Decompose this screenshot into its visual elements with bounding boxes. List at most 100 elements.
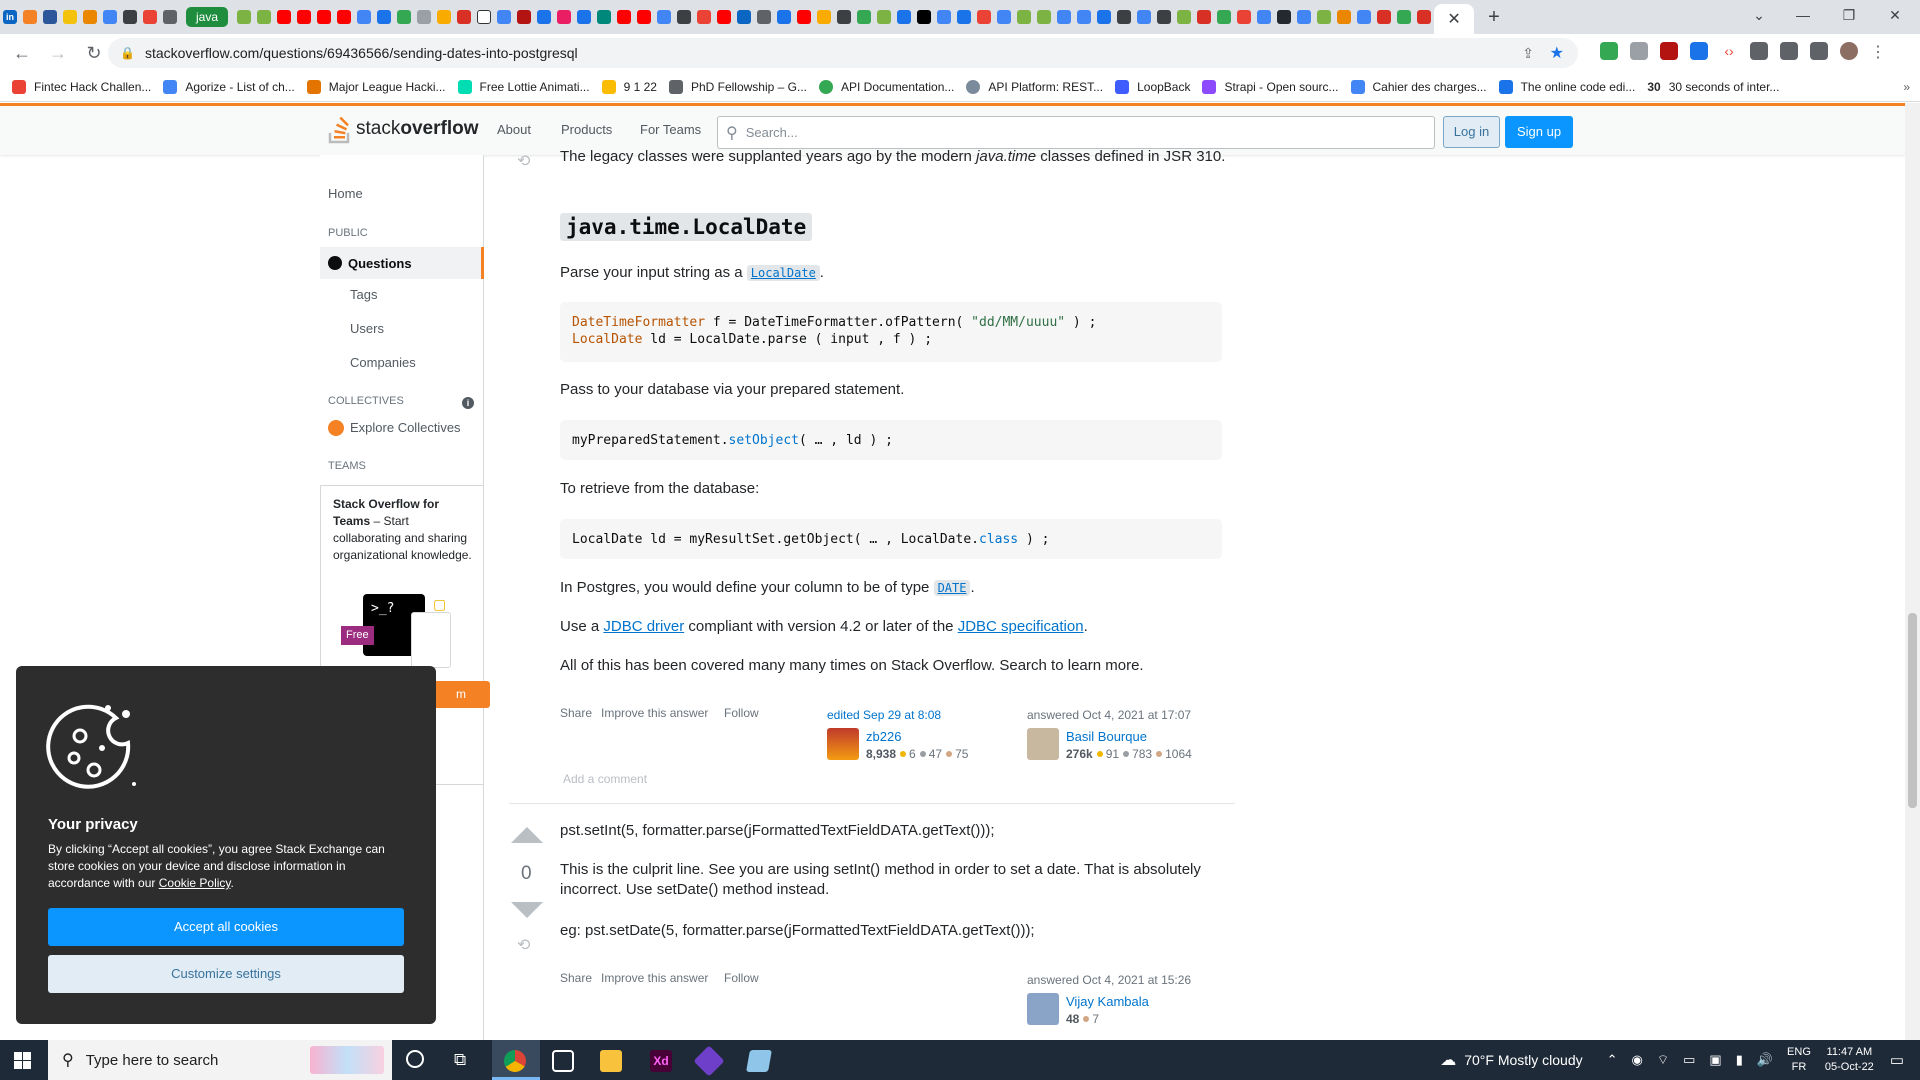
tab-icon[interactable] — [837, 10, 852, 24]
avatar[interactable] — [1027, 993, 1059, 1025]
share-link[interactable]: Share — [560, 971, 592, 985]
weather-text[interactable]: 70°F Mostly cloudy — [1464, 1052, 1582, 1068]
bookmark-star-icon[interactable]: ★ — [1550, 43, 1564, 63]
improve-answer-link[interactable]: Improve this answer — [601, 706, 708, 720]
tab-icon[interactable] — [1017, 10, 1032, 24]
search-input[interactable]: ⚲ Search... — [717, 116, 1435, 149]
tab-icon[interactable] — [63, 10, 77, 24]
tab-icon[interactable] — [103, 10, 117, 24]
youtube-tab-icon[interactable] — [317, 10, 332, 24]
browser-menu-icon[interactable]: ⋮ — [1870, 42, 1886, 62]
linkedin-tab-icon[interactable] — [737, 10, 752, 24]
bookmark-item[interactable]: Cahier des charges... — [1350, 79, 1487, 94]
tab-icon[interactable] — [83, 10, 97, 24]
sidebar-item-home[interactable]: Home — [328, 186, 363, 201]
volume-icon[interactable]: 🔊 — [1757, 1052, 1773, 1068]
bookmark-item[interactable]: API Platform: REST... — [966, 79, 1103, 94]
discord-icon[interactable]: ◉ — [1632, 1052, 1643, 1068]
youtube-tab-icon[interactable] — [277, 10, 292, 24]
tab-icon[interactable] — [537, 10, 552, 24]
nav-products[interactable]: Products — [561, 122, 612, 137]
tab-icon[interactable] — [123, 10, 137, 24]
reading-list-icon[interactable] — [1780, 42, 1798, 60]
nav-for-teams[interactable]: For Teams — [640, 122, 701, 137]
sidebar-item-users[interactable]: Users — [350, 321, 384, 336]
upvote-icon[interactable] — [511, 827, 543, 843]
tab-icon[interactable] — [1157, 10, 1172, 24]
follow-link[interactable]: Follow — [724, 706, 759, 720]
tab-icon[interactable] — [877, 10, 892, 24]
tab-icon[interactable] — [1337, 10, 1352, 24]
youtube-tab-icon[interactable] — [617, 10, 632, 24]
task-view-icon[interactable]: ⧉ — [454, 1050, 466, 1070]
follow-link[interactable]: Follow — [724, 971, 759, 985]
translate-tab-icon[interactable] — [377, 10, 392, 24]
wifi-icon[interactable]: ⌔ — [1657, 1052, 1669, 1068]
google-tab-icon[interactable] — [1057, 10, 1072, 24]
tab-icon[interactable] — [1117, 10, 1132, 24]
page-scrollbar[interactable] — [1905, 103, 1920, 1040]
avatar[interactable] — [1027, 728, 1059, 760]
login-button[interactable]: Log in — [1443, 116, 1500, 148]
bookmark-item[interactable]: PhD Fellowship – G... — [668, 79, 807, 94]
tab-icon[interactable] — [477, 10, 492, 24]
add-comment-link[interactable]: Add a comment — [563, 772, 647, 786]
tab-icon[interactable] — [697, 10, 712, 24]
language-indicator[interactable]: ENG FR — [1787, 1045, 1811, 1075]
tab-icon[interactable] — [1217, 10, 1232, 24]
tab-icon[interactable] — [677, 10, 692, 24]
display-icon[interactable]: ▣ — [1709, 1052, 1721, 1068]
more-bookmarks-icon[interactable]: » — [1903, 80, 1910, 94]
author-name[interactable]: Basil Bourque — [1066, 729, 1147, 744]
side-panel-icon[interactable] — [1810, 42, 1828, 60]
tab-icon[interactable] — [1417, 10, 1432, 24]
windows-start-icon[interactable] — [14, 1052, 31, 1069]
history-icon[interactable]: ⟲ — [517, 935, 530, 955]
code-extension-icon[interactable]: ‹› — [1720, 42, 1738, 60]
extension-icon[interactable] — [1630, 42, 1648, 60]
bookmark-item[interactable]: Strapi - Open sourc... — [1202, 79, 1339, 94]
tab-icon[interactable] — [757, 10, 772, 24]
cookie-policy-link[interactable]: Cookie Policy — [159, 876, 231, 890]
tab-icon[interactable] — [1037, 10, 1052, 24]
share-icon[interactable]: ⇪ — [1522, 45, 1534, 62]
localdate-link[interactable]: LocalDate — [746, 265, 820, 281]
tab-icon[interactable] — [517, 10, 532, 24]
tab-icon[interactable] — [577, 10, 592, 24]
tab-icon[interactable] — [1397, 10, 1412, 24]
author-name[interactable]: Vijay Kambala — [1066, 994, 1149, 1009]
network-icon[interactable]: ▭ — [1683, 1052, 1695, 1068]
vscode-like-icon[interactable] — [552, 1050, 574, 1072]
jdbc-driver-link[interactable]: JDBC driver — [603, 618, 684, 635]
tab-icon[interactable] — [1377, 10, 1392, 24]
bookmark-item[interactable]: LoopBack — [1115, 79, 1190, 94]
chevron-up-icon[interactable]: ⌃ — [1607, 1052, 1618, 1068]
google-tab-icon[interactable] — [997, 10, 1012, 24]
jdbc-spec-link[interactable]: JDBC specification — [958, 618, 1084, 635]
adobe-xd-icon[interactable]: Xd — [650, 1050, 672, 1072]
google-tab-icon[interactable] — [937, 10, 952, 24]
tab-icon[interactable] — [977, 10, 992, 24]
tab-icon[interactable] — [817, 10, 832, 24]
google-tab-icon[interactable] — [1137, 10, 1152, 24]
tab-icon[interactable] — [497, 10, 512, 24]
tab-search-icon[interactable]: ⌄ — [1736, 0, 1782, 30]
tab-icon[interactable] — [437, 10, 452, 24]
notepad-icon[interactable] — [746, 1050, 772, 1072]
improve-answer-link[interactable]: Improve this answer — [601, 971, 708, 985]
lock-icon[interactable]: 🔒 — [120, 46, 135, 60]
app-icon[interactable] — [693, 1045, 725, 1077]
document-tab-icon[interactable] — [43, 10, 57, 24]
youtube-tab-icon[interactable] — [337, 10, 352, 24]
tab-icon[interactable] — [657, 10, 672, 24]
tab-icon[interactable] — [917, 10, 932, 24]
linkedin-tab-icon[interactable]: in — [3, 10, 17, 24]
tab-icon[interactable] — [1177, 10, 1192, 24]
bookmark-item[interactable]: Agorize - List of ch... — [163, 79, 295, 94]
history-icon[interactable]: ⟲ — [517, 151, 530, 171]
tab-icon[interactable] — [1097, 10, 1112, 24]
github-tab-icon[interactable] — [1277, 10, 1292, 24]
tab-icon[interactable] — [1197, 10, 1212, 24]
tab-java-group[interactable]: java — [186, 7, 229, 27]
notifications-icon[interactable]: ▭ — [1890, 1051, 1904, 1069]
